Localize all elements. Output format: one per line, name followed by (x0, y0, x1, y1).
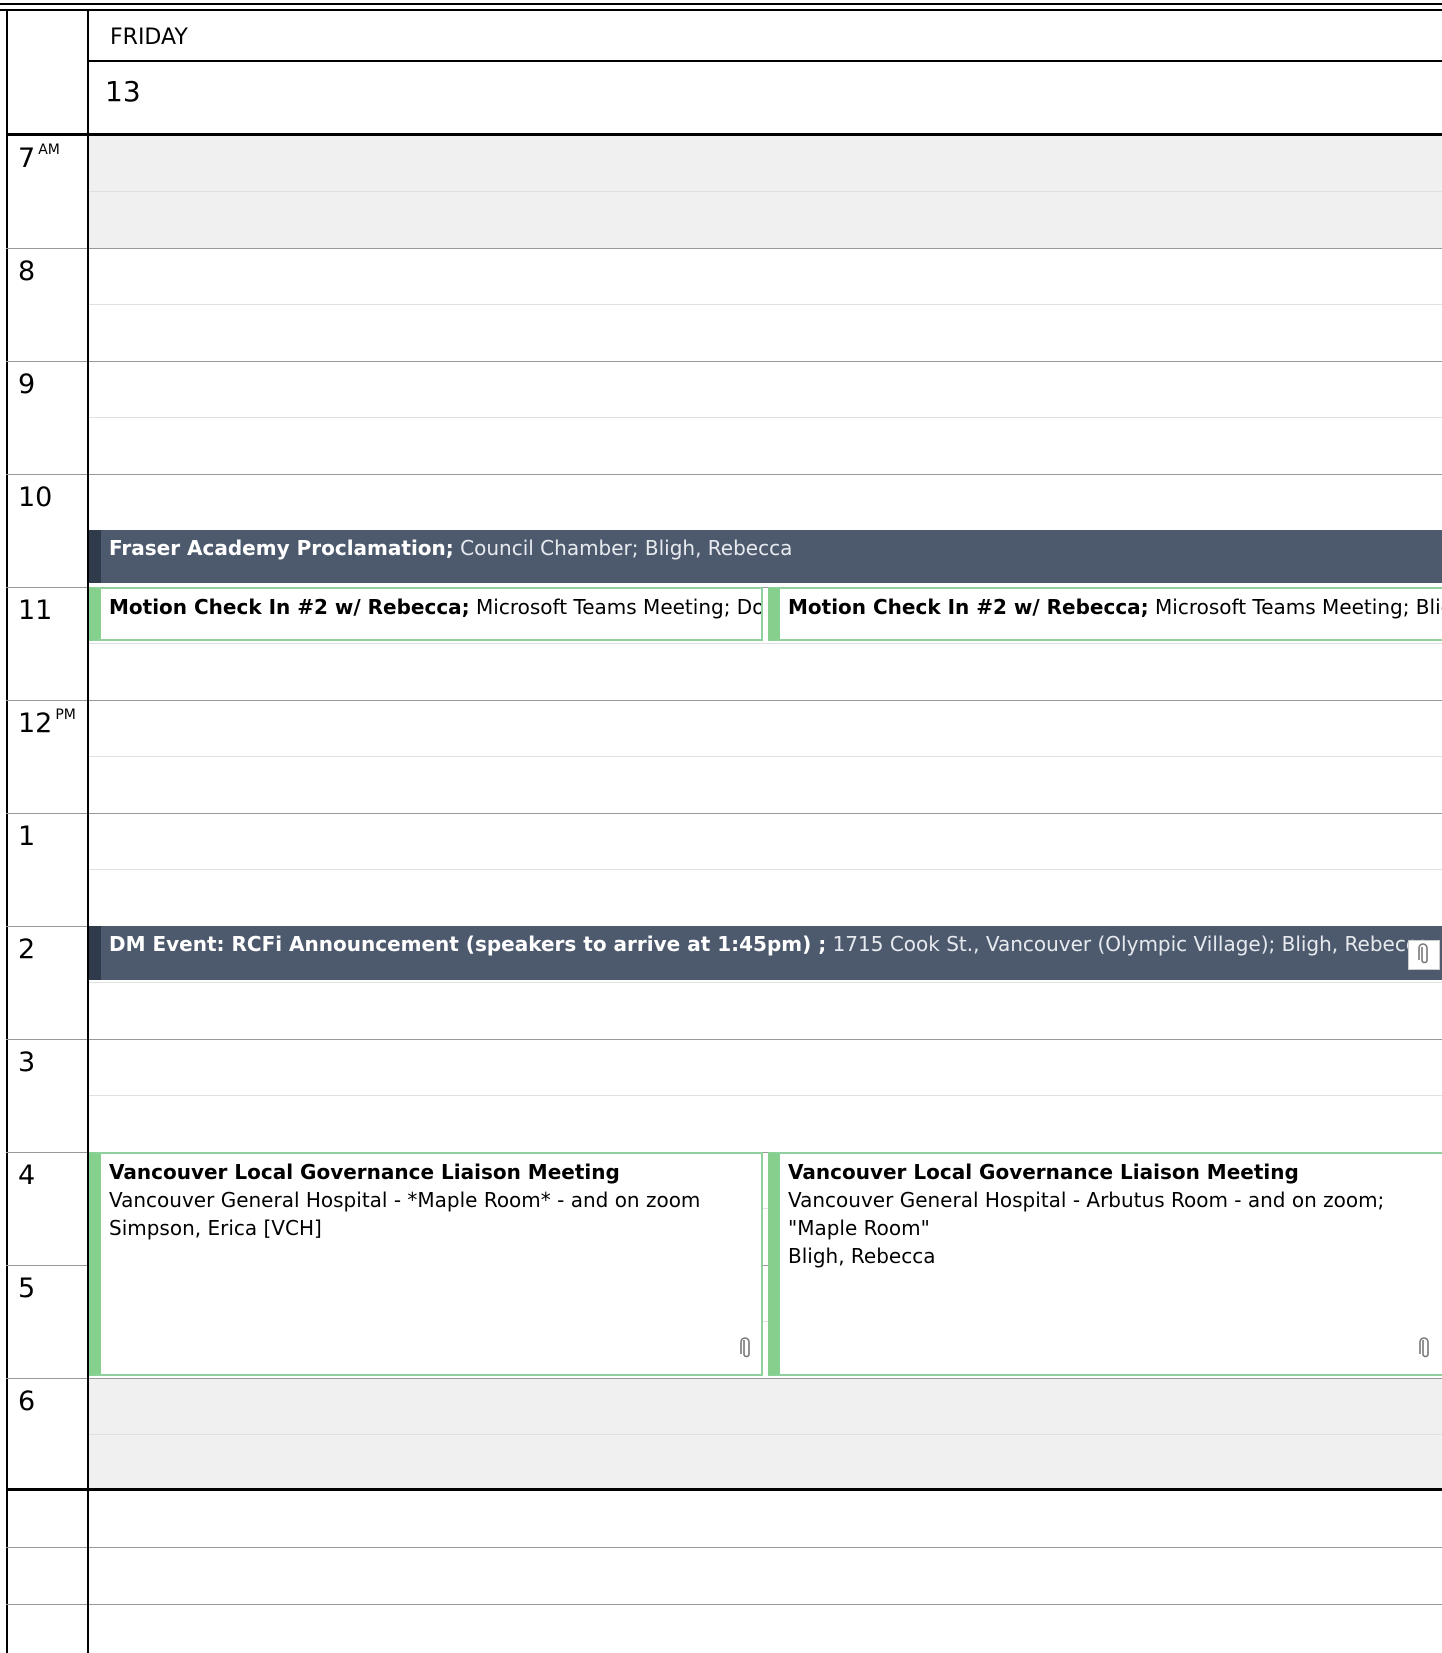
half-hour-line (89, 191, 1442, 192)
half-hour-line (89, 417, 1442, 418)
hour-label: 4 (18, 1160, 36, 1191)
hour-line (6, 700, 1442, 701)
hour-label: 6 (18, 1386, 36, 1417)
event-organizer: Simpson, Erica [VCH] (109, 1216, 322, 1240)
day-end-line (6, 1488, 1442, 1491)
half-hour-line (89, 1434, 1442, 1435)
off-hours-morning (89, 136, 1442, 248)
paperclip-icon (1408, 940, 1440, 970)
paperclip-icon (1418, 1337, 1432, 1368)
event-vlg-liaison-right[interactable]: Vancouver Local Governance Liaison Meeti… (768, 1152, 1442, 1376)
half-hour-line (89, 643, 1442, 644)
header-divider (88, 60, 1442, 62)
event-location: Microsoft Teams Meeting; Bligh, R (1155, 595, 1442, 619)
hour-line (6, 813, 1442, 814)
event-organizer: Bligh, Rebecca (788, 1244, 936, 1268)
event-title: Vancouver Local Governance Liaison Meeti… (788, 1160, 1299, 1184)
half-hour-line (89, 1095, 1442, 1096)
event-title: Motion Check In #2 w/ Rebecca; (788, 595, 1149, 619)
half-hour-line (89, 869, 1442, 870)
hour-label: 9 (18, 369, 36, 400)
event-vlg-liaison-left[interactable]: Vancouver Local Governance Liaison Meeti… (89, 1152, 763, 1376)
hour-label: 5 (18, 1273, 36, 1304)
hour-line (6, 1039, 1442, 1040)
top-border (0, 3, 1442, 5)
event-motion-check-in-left[interactable]: Motion Check In #2 w/ Rebecca; Microsoft… (89, 587, 763, 641)
event-fraser-academy-proclamation[interactable]: Fraser Academy Proclamation; Council Cha… (89, 530, 1442, 583)
half-hour-line (89, 982, 1442, 983)
event-location: Vancouver General Hospital - *Maple Room… (109, 1188, 701, 1212)
hour-line (6, 248, 1442, 249)
hour-label: 7 AM (18, 142, 60, 174)
event-location: Council Chamber; Bligh, Rebecca (453, 536, 793, 560)
hour-label: 8 (18, 256, 36, 287)
hour-label: 11 (18, 595, 53, 626)
hour-line (6, 361, 1442, 362)
event-title: Motion Check In #2 w/ Rebecca; (109, 595, 470, 619)
hour-line (6, 474, 1442, 475)
event-title: Fraser Academy Proclamation; (109, 536, 454, 560)
hour-label: 1 (18, 821, 36, 852)
event-dm-rcfi-announcement[interactable]: DM Event: RCFi Announcement (speakers to… (89, 926, 1442, 980)
left-border (6, 9, 8, 1653)
event-title: Vancouver Local Governance Liaison Meeti… (109, 1160, 620, 1184)
event-location: Microsoft Teams Meeting; Doherty (476, 595, 761, 619)
hour-line (6, 1604, 1442, 1605)
hour-label: 2 (18, 934, 36, 965)
event-title: DM Event: RCFi Announcement (speakers to… (109, 932, 827, 956)
hour-line (6, 1378, 1442, 1379)
hour-label: 3 (18, 1047, 36, 1078)
event-location: Vancouver General Hospital - Arbutus Roo… (788, 1188, 1385, 1240)
half-hour-line (89, 756, 1442, 757)
day-header[interactable]: FRIDAY 13 (88, 11, 1442, 134)
half-hour-line (6, 1547, 1442, 1548)
time-gutter-divider (87, 9, 89, 1653)
hour-label: 12 PM (18, 707, 76, 739)
event-location: 1715 Cook St., Vancouver (Olympic Villag… (826, 932, 1430, 956)
event-motion-check-in-right[interactable]: Motion Check In #2 w/ Rebecca; Microsoft… (768, 587, 1442, 641)
paperclip-icon (739, 1337, 753, 1368)
hour-label: 10 (18, 482, 53, 513)
day-date: 13 (105, 75, 141, 108)
half-hour-line (89, 304, 1442, 305)
day-name: FRIDAY (110, 25, 188, 50)
